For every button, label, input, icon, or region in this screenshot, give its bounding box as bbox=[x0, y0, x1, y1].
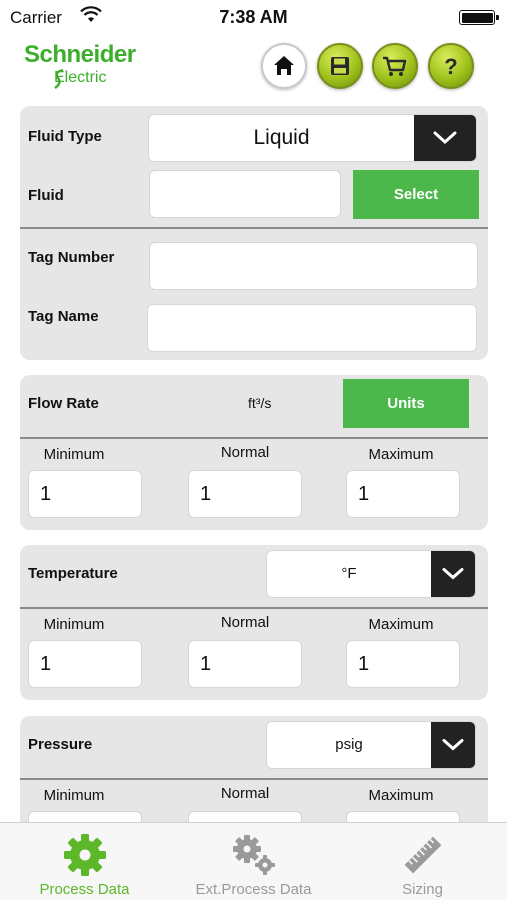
flow-normal-input[interactable]: 1 bbox=[188, 470, 302, 518]
flow-maximum-input[interactable]: 1 bbox=[346, 470, 460, 518]
pressure-unit-select[interactable]: psig bbox=[266, 721, 476, 769]
logo-line1: Schneider bbox=[24, 41, 136, 68]
pressure-dropdown-button[interactable] bbox=[431, 722, 475, 768]
tag-name-input[interactable] bbox=[147, 304, 477, 352]
cart-button[interactable] bbox=[372, 43, 418, 89]
fluid-type-label: Fluid Type bbox=[28, 128, 102, 145]
temperature-maximum-input[interactable]: 1 bbox=[346, 640, 460, 688]
temperature-label: Temperature bbox=[28, 565, 118, 582]
pressure-normal-input[interactable]: 1 bbox=[188, 811, 302, 822]
help-button[interactable]: ? bbox=[428, 43, 474, 89]
schneider-electric-logo: Schneider Electric bbox=[24, 42, 144, 94]
pressure-unit-value: psig bbox=[335, 736, 363, 753]
tag-number-input[interactable] bbox=[149, 242, 478, 290]
tab-bar: Process Data Ext.Process Data Sizing bbox=[0, 822, 507, 900]
flow-units-button[interactable]: Units bbox=[343, 379, 469, 428]
flow-rate-unit: ft³/s bbox=[248, 395, 272, 411]
tab-process-data[interactable]: Process Data bbox=[0, 823, 169, 900]
divider bbox=[20, 437, 488, 439]
flow-minimum-input[interactable]: 1 bbox=[28, 470, 142, 518]
temperature-minimum-input[interactable]: 1 bbox=[28, 640, 142, 688]
temperature-maximum-label: Maximum bbox=[368, 616, 434, 633]
fluid-card: Fluid Type Liquid Fluid Select Tag Numbe… bbox=[20, 106, 488, 360]
home-button[interactable] bbox=[261, 43, 307, 89]
flow-maximum-label: Maximum bbox=[368, 446, 434, 463]
fluid-type-value: Liquid bbox=[253, 126, 310, 149]
pressure-label: Pressure bbox=[28, 736, 93, 753]
chevron-down-icon bbox=[433, 131, 457, 145]
pressure-card: Pressure psig Minimum Normal Maximum 1 1… bbox=[20, 716, 488, 822]
select-fluid-button[interactable]: Select bbox=[353, 170, 479, 219]
temperature-card: Temperature °F Minimum Normal Maximum 1 … bbox=[20, 545, 488, 700]
divider bbox=[20, 607, 488, 609]
temperature-dropdown-button[interactable] bbox=[431, 551, 475, 597]
pressure-minimum-input[interactable]: 1 bbox=[28, 811, 142, 822]
home-icon bbox=[274, 56, 294, 75]
tab-label: Ext.Process Data bbox=[195, 881, 312, 898]
divider bbox=[20, 227, 488, 229]
cart-icon bbox=[383, 56, 407, 76]
fluid-input[interactable] bbox=[149, 170, 341, 218]
flow-rate-label: Flow Rate bbox=[28, 395, 99, 412]
pressure-minimum-label: Minimum bbox=[43, 787, 105, 804]
fluid-label: Fluid bbox=[28, 187, 64, 204]
logo-line2: Electric bbox=[54, 69, 107, 86]
flow-normal-label: Normal bbox=[220, 444, 270, 461]
chevron-down-icon bbox=[442, 739, 464, 751]
fluid-type-select[interactable]: Liquid bbox=[148, 114, 477, 162]
tab-label: Sizing bbox=[402, 881, 443, 898]
tab-label: Process Data bbox=[39, 881, 130, 898]
divider bbox=[20, 778, 488, 780]
tag-name-label: Tag Name bbox=[28, 308, 99, 325]
process-data-form[interactable]: Fluid Type Liquid Fluid Select Tag Numbe… bbox=[0, 102, 507, 822]
tab-ext-process-data[interactable]: Ext.Process Data bbox=[169, 823, 338, 900]
battery-icon bbox=[459, 10, 499, 25]
temperature-normal-input[interactable]: 1 bbox=[188, 640, 302, 688]
flow-minimum-label: Minimum bbox=[43, 446, 105, 463]
tab-sizing[interactable]: Sizing bbox=[338, 823, 507, 900]
gears-icon bbox=[232, 835, 275, 875]
flow-rate-card: Flow Rate ft³/s Units Minimum Normal Max… bbox=[20, 375, 488, 530]
tag-number-label: Tag Number bbox=[28, 249, 115, 266]
pressure-normal-label: Normal bbox=[220, 785, 270, 802]
chevron-down-icon bbox=[442, 568, 464, 580]
status-bar: Carrier 7:38 AM bbox=[0, 0, 507, 36]
pressure-maximum-label: Maximum bbox=[368, 787, 434, 804]
save-button[interactable] bbox=[317, 43, 363, 89]
temperature-unit-value: °F bbox=[341, 565, 357, 582]
temperature-unit-select[interactable]: °F bbox=[266, 550, 476, 598]
temperature-normal-label: Normal bbox=[220, 614, 270, 631]
save-icon bbox=[331, 57, 349, 75]
logo-mark-icon bbox=[54, 68, 64, 89]
help-icon: ? bbox=[444, 54, 457, 79]
gear-icon bbox=[63, 834, 106, 876]
app-header: Schneider Electric ? bbox=[0, 36, 507, 102]
ruler-icon bbox=[404, 836, 441, 874]
pressure-maximum-input[interactable]: 1 bbox=[346, 811, 460, 822]
fluid-type-dropdown-button[interactable] bbox=[414, 115, 476, 161]
svg-text:?: ? bbox=[444, 54, 457, 79]
clock: 7:38 AM bbox=[219, 7, 288, 27]
temperature-minimum-label: Minimum bbox=[43, 616, 105, 633]
